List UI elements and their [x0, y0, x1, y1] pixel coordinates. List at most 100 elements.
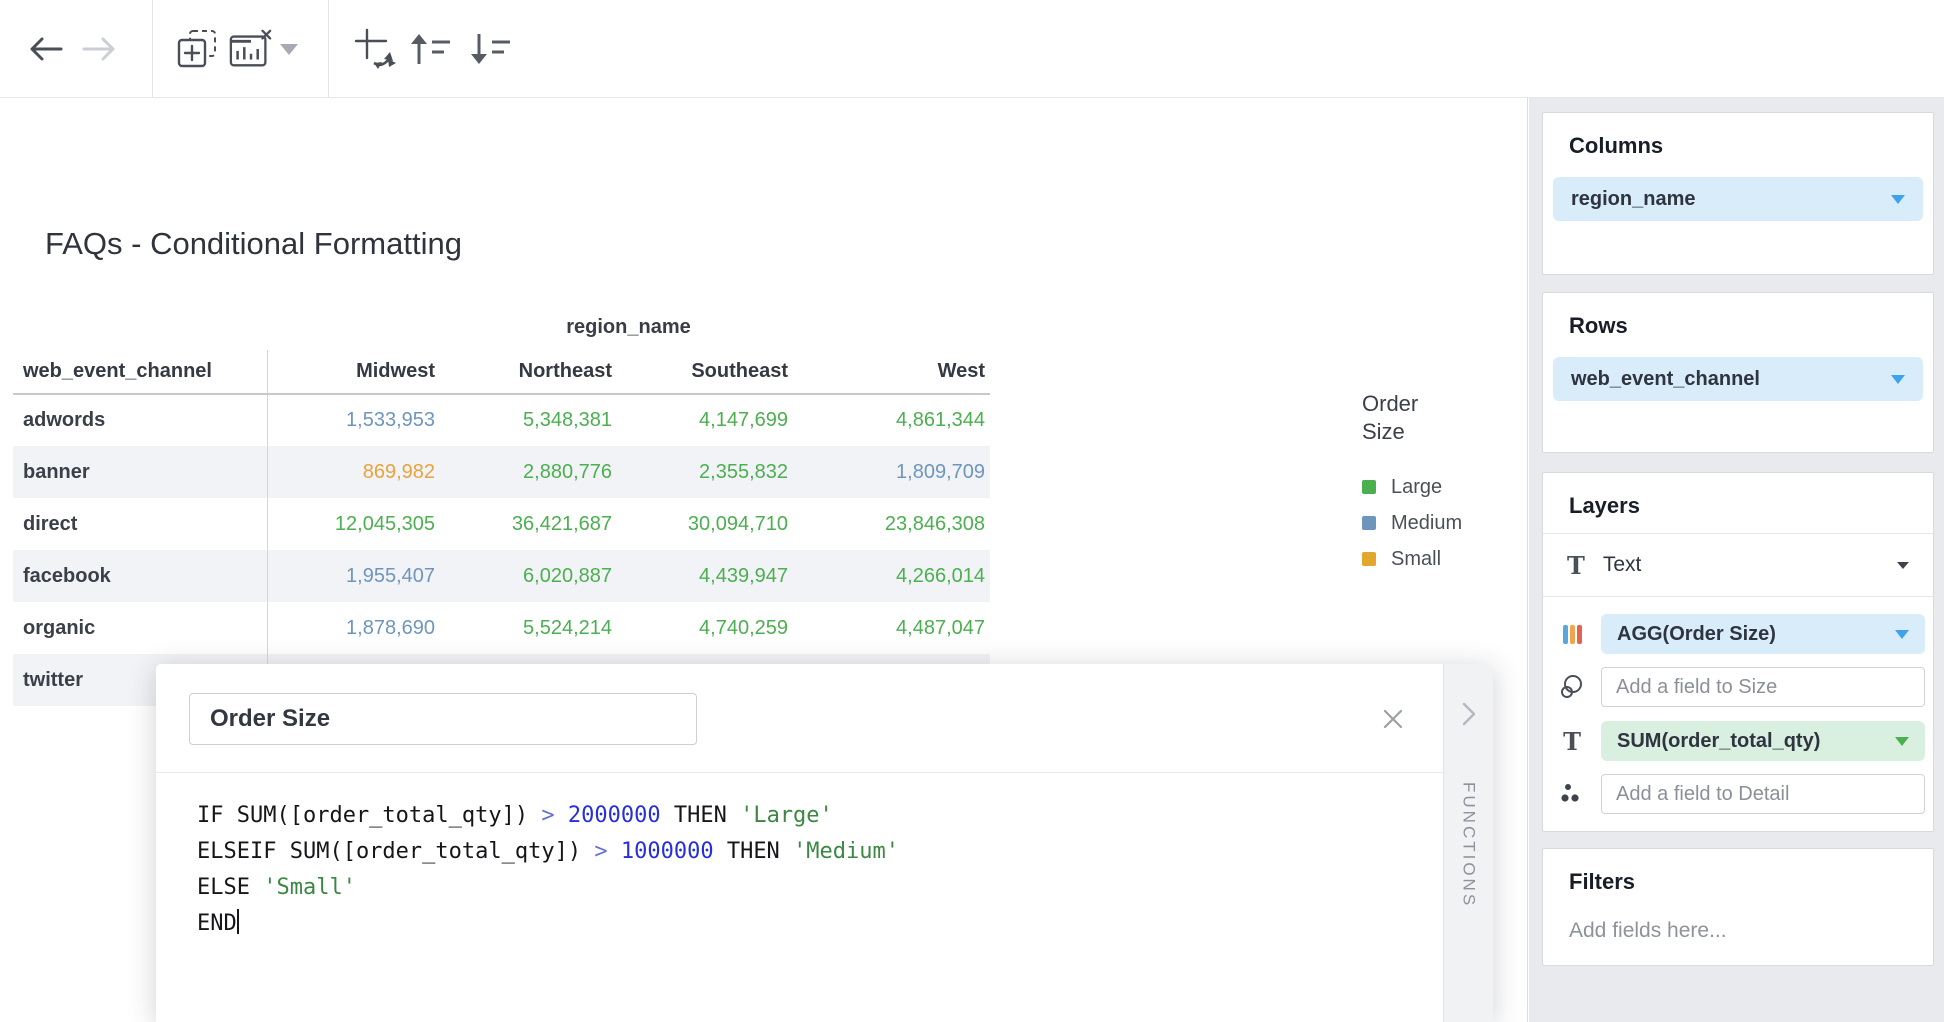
detail-field-input[interactable]: [1601, 774, 1925, 814]
text-field-icon: T: [1543, 727, 1601, 756]
back-arrow-icon: [25, 28, 67, 70]
value-cell: 1,809,709: [793, 446, 990, 498]
columns-field-pill[interactable]: region_name: [1553, 177, 1923, 221]
chevron-down-icon: [280, 44, 298, 55]
chevron-down-icon: [1891, 195, 1905, 204]
text-cursor: [237, 909, 239, 934]
text-layer-icon: T: [1567, 551, 1585, 580]
row-label: organic: [13, 602, 267, 654]
value-cell: 5,524,214: [440, 602, 617, 654]
filters-heading: Filters: [1569, 869, 1907, 895]
legend: Order Size Large Medium Small: [1362, 390, 1492, 577]
swap-axes-icon: [352, 26, 398, 72]
value-cell: 4,439,947: [617, 550, 793, 602]
pivot-button[interactable]: [352, 26, 398, 72]
value-cell: 5,348,381: [440, 394, 617, 446]
pivot-table: web_event_channel Midwest Northeast Sout…: [13, 350, 990, 706]
sort-descending-button[interactable]: [466, 26, 512, 72]
chevron-right-icon: [1457, 700, 1481, 733]
layer-type-dropdown[interactable]: T Text: [1543, 533, 1933, 597]
row-header-label: web_event_channel: [13, 350, 267, 394]
value-cell: 36,421,687: [440, 498, 617, 550]
formula-code[interactable]: IF SUM([order_total_qty]) > 2000000 THEN…: [197, 798, 899, 942]
legend-item-label: Medium: [1391, 512, 1462, 535]
table-row: organic1,878,6905,524,2144,740,2594,487,…: [13, 602, 990, 654]
value-cell: 2,355,832: [617, 446, 793, 498]
rows-field-label: web_event_channel: [1571, 368, 1760, 391]
value-cell: 4,147,699: [617, 394, 793, 446]
close-icon: [1381, 707, 1405, 731]
agg-order-size-label: AGG(Order Size): [1617, 623, 1776, 646]
row-label: facebook: [13, 550, 267, 602]
column-header: Midwest: [267, 350, 440, 394]
value-cell: 1,955,407: [267, 550, 440, 602]
legend-swatch: [1362, 516, 1376, 530]
size-field-row: [1543, 667, 1933, 707]
filters-drop-placeholder[interactable]: Add fields here...: [1569, 919, 1907, 943]
chart-menu-button[interactable]: [272, 26, 306, 72]
size-lasso-icon: [1543, 673, 1601, 701]
color-field-row: AGG(Order Size): [1543, 614, 1933, 654]
agg-order-size-pill[interactable]: AGG(Order Size): [1601, 614, 1925, 654]
sum-order-total-qty-label: SUM(order_total_qty): [1617, 730, 1820, 753]
chevron-down-icon: [1895, 737, 1909, 746]
legend-item-label: Small: [1391, 548, 1441, 571]
columns-field-label: region_name: [1571, 188, 1695, 211]
layer-type-label: Text: [1603, 553, 1897, 577]
legend-item: Medium: [1362, 505, 1492, 541]
code-line: ELSEIF SUM([order_total_qty]) > 1000000 …: [197, 834, 899, 870]
forward-button[interactable]: [76, 26, 122, 72]
toolbar-separator: [328, 0, 329, 97]
value-cell: 4,487,047: [793, 602, 990, 654]
add-chart-button[interactable]: [174, 26, 220, 72]
detail-dots-icon: [1543, 781, 1601, 807]
legend-title: Order Size: [1362, 390, 1442, 445]
column-header: Northeast: [440, 350, 617, 394]
table-body: adwords1,533,9535,348,3814,147,6994,861,…: [13, 394, 990, 706]
row-label: direct: [13, 498, 267, 550]
rows-field-pill[interactable]: web_event_channel: [1553, 357, 1923, 401]
column-header: Southeast: [617, 350, 793, 394]
value-cell: 2,880,776: [440, 446, 617, 498]
table-row: adwords1,533,9535,348,3814,147,6994,861,…: [13, 394, 990, 446]
code-line: IF SUM([order_total_qty]) > 2000000 THEN…: [197, 798, 899, 834]
sort-ascending-icon: [406, 28, 452, 70]
close-button[interactable]: [1378, 704, 1408, 734]
legend-item: Small: [1362, 541, 1492, 577]
page-title: FAQs - Conditional Formatting: [45, 226, 462, 262]
back-button[interactable]: [23, 26, 69, 72]
color-bars-icon: [1543, 625, 1601, 644]
filters-panel: Filters Add fields here...: [1542, 848, 1934, 966]
columns-heading: Columns: [1569, 133, 1907, 159]
value-cell: 30,094,710: [617, 498, 793, 550]
functions-tab-label: FUNCTIONS: [1459, 782, 1479, 908]
sort-ascending-button[interactable]: [406, 26, 452, 72]
row-label: banner: [13, 446, 267, 498]
table-header-row: web_event_channel Midwest Northeast Sout…: [13, 350, 990, 394]
remove-chart-button[interactable]: [228, 26, 274, 72]
size-field-input[interactable]: [1601, 667, 1925, 707]
toolbar-separator: [152, 0, 153, 97]
value-cell: 4,740,259: [617, 602, 793, 654]
legend-swatch: [1362, 480, 1376, 494]
formula-editor-header: [156, 664, 1443, 773]
value-cell: 4,266,014: [793, 550, 990, 602]
formula-name-input[interactable]: [189, 693, 697, 745]
add-chart-icon: [174, 26, 220, 72]
layers-panel: Layers T Text AGG(Order Size): [1542, 472, 1934, 832]
sum-order-total-qty-pill[interactable]: SUM(order_total_qty): [1601, 721, 1925, 761]
legend-item-label: Large: [1391, 476, 1442, 499]
rows-panel: Rows web_event_channel: [1542, 292, 1934, 453]
value-cell: 869,982: [267, 446, 440, 498]
value-cell: 23,846,308: [793, 498, 990, 550]
chevron-down-icon: [1895, 630, 1909, 639]
row-label: adwords: [13, 394, 267, 446]
formula-editor-body: IF SUM([order_total_qty]) > 2000000 THEN…: [156, 664, 1443, 1022]
table-row: banner869,9822,880,7762,355,8321,809,709: [13, 446, 990, 498]
value-cell: 6,020,887: [440, 550, 617, 602]
functions-tab[interactable]: FUNCTIONS: [1443, 664, 1493, 1022]
value-cell: 1,878,690: [267, 602, 440, 654]
forward-arrow-icon: [78, 28, 120, 70]
chevron-down-icon: [1891, 375, 1905, 384]
app-window: FAQs - Conditional Formatting region_nam…: [0, 0, 1944, 1022]
